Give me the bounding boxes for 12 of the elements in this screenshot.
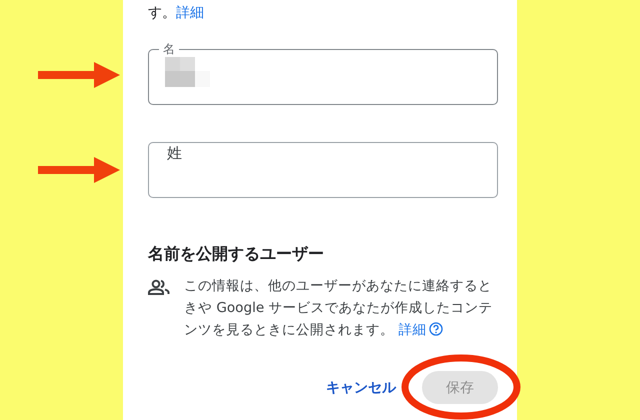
input-field[interactable]: 名 bbox=[148, 41, 498, 105]
cancel-button[interactable]: キャンセル bbox=[326, 372, 396, 402]
visibility-text: この情報は、他のユーザーがあなたに連絡するときや Google サービスであなたが作成したコンテンツを見るときに公開されます。 詳細 bbox=[184, 277, 494, 340]
input-field[interactable]: 姓 bbox=[148, 142, 498, 198]
intro-text: す。詳細 bbox=[148, 4, 205, 23]
help-icon bbox=[429, 322, 444, 336]
people-icon bbox=[148, 279, 170, 295]
name-input[interactable]: 姓 bbox=[165, 143, 481, 163]
details-link[interactable]: 詳細 bbox=[398, 322, 426, 338]
section-heading: 名前を公開するユーザー bbox=[148, 244, 325, 265]
details-link[interactable]: 詳細 bbox=[176, 5, 204, 21]
field-label: 名 bbox=[162, 41, 176, 57]
